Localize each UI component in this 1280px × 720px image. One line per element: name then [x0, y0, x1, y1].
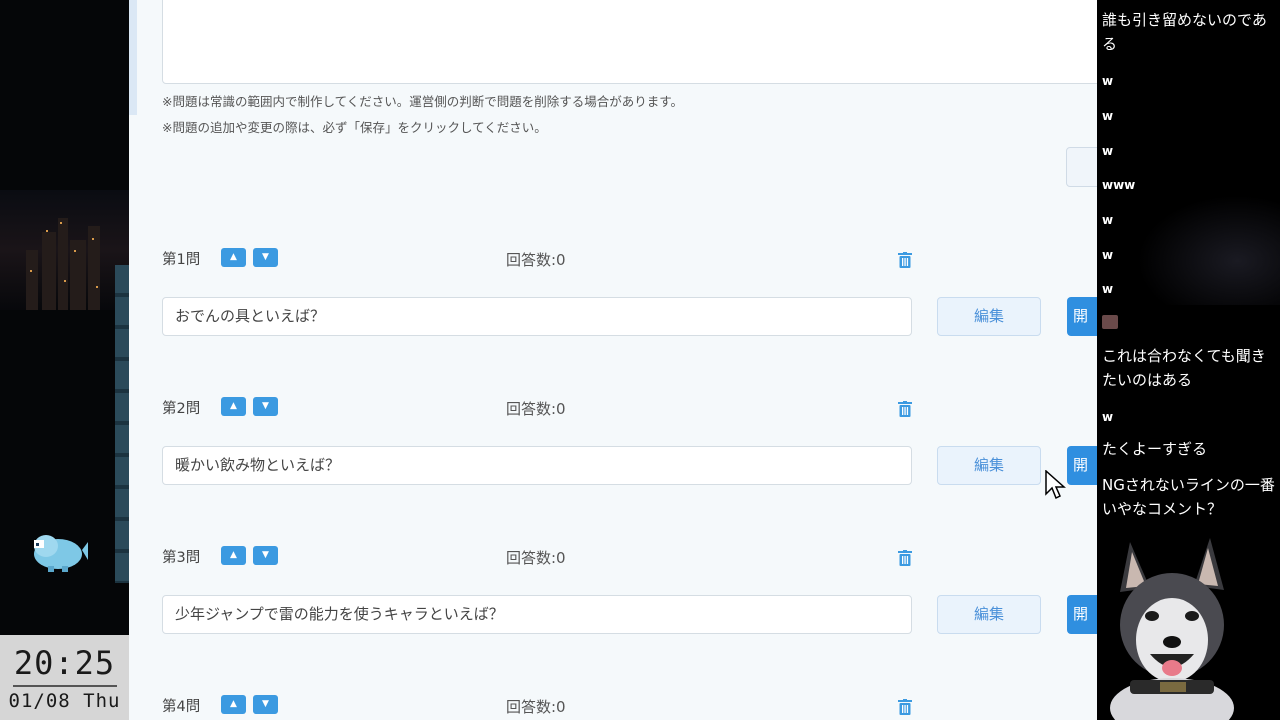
- stream-clock: 20:25 01/08 Thu: [0, 635, 129, 720]
- comment-item: w: [1102, 74, 1114, 88]
- stream-left-panel: 20:25 01/08 Thu: [0, 0, 129, 720]
- open-button[interactable]: 開: [1067, 446, 1097, 485]
- answer-count: 回答数:0: [506, 251, 566, 269]
- trash-icon[interactable]: [898, 401, 912, 417]
- night-city-background: [0, 190, 129, 310]
- question-input[interactable]: 暖かい飲み物といえば？: [162, 446, 912, 485]
- comment-item: 誰も引き留めないのである: [1102, 11, 1267, 53]
- move-up-button[interactable]: ▲: [221, 695, 246, 714]
- question-number: 第2問: [162, 401, 201, 417]
- comment-item: w: [1102, 282, 1114, 296]
- commenter-avatar: [1102, 315, 1118, 329]
- move-up-button[interactable]: ▲: [221, 248, 246, 267]
- move-down-button[interactable]: ▼: [253, 695, 278, 714]
- question-header: 第3問 ▲ ▼ 回答数:0: [162, 546, 1062, 570]
- move-down-button[interactable]: ▼: [253, 248, 278, 267]
- mouse-cursor-icon: [1045, 470, 1066, 500]
- comment-item: w: [1102, 109, 1114, 123]
- save-button[interactable]: [1066, 147, 1097, 187]
- move-down-button[interactable]: ▼: [253, 397, 278, 416]
- open-button[interactable]: 開: [1067, 297, 1097, 336]
- bird-mascot-icon: [34, 535, 88, 572]
- move-up-button[interactable]: ▲: [221, 546, 246, 565]
- husky-avatar-image: [1102, 530, 1242, 720]
- comment-item: これは合わなくても聞きたいのはある: [1102, 347, 1266, 389]
- comment-item: NGされないラインの一番いやなコメント？: [1102, 476, 1275, 518]
- trash-icon[interactable]: [898, 699, 912, 715]
- question-number: 第3問: [162, 550, 201, 566]
- comment-item: w: [1102, 410, 1114, 424]
- move-down-button[interactable]: ▼: [253, 546, 278, 565]
- clock-time: 20:25: [13, 644, 116, 682]
- window-frame-strip: [115, 265, 129, 583]
- description-textarea[interactable]: [162, 0, 1097, 84]
- answer-count: 回答数:0: [506, 400, 566, 418]
- question-input[interactable]: 少年ジャンプで雷の能力を使うキャラといえば？: [162, 595, 912, 634]
- comment-item: たくよーすぎる: [1102, 440, 1208, 458]
- edit-button[interactable]: 編集: [937, 595, 1041, 634]
- trash-icon[interactable]: [898, 252, 912, 268]
- question-header: 第4問 ▲ ▼ 回答数:0: [162, 695, 1062, 719]
- comment-item: w: [1102, 248, 1114, 262]
- comment-panel: 誰も引き留めないのである w w w www w w w これは合わなくても聞き…: [1097, 0, 1280, 720]
- edit-button[interactable]: 編集: [937, 446, 1041, 485]
- question-number: 第1問: [162, 252, 201, 268]
- quiz-editor-page: ※問題は常識の範囲内で制作してください。運営側の判断で問題を削除する場合がありま…: [129, 0, 1097, 720]
- question-header: 第1問 ▲ ▼ 回答数:0: [162, 248, 1062, 272]
- question-number: 第4問: [162, 699, 201, 715]
- comment-item: www: [1102, 178, 1136, 192]
- answer-count: 回答数:0: [506, 549, 566, 567]
- edit-button[interactable]: 編集: [937, 297, 1041, 336]
- comment-item: w: [1102, 213, 1114, 227]
- trash-icon[interactable]: [898, 550, 912, 566]
- open-button[interactable]: 開: [1067, 595, 1097, 634]
- note-policy: ※問題は常識の範囲内で制作してください。運営側の判断で問題を削除する場合がありま…: [162, 94, 683, 109]
- note-save: ※問題の追加や変更の際は、必ず「保存」をクリックしてください。: [162, 120, 547, 135]
- clock-date: 01/08 Thu: [8, 690, 121, 712]
- move-up-button[interactable]: ▲: [221, 397, 246, 416]
- comment-item: w: [1102, 144, 1114, 158]
- question-input[interactable]: おでんの具といえば？: [162, 297, 912, 336]
- answer-count: 回答数:0: [506, 698, 566, 716]
- left-accent-bar: [129, 0, 137, 115]
- question-header: 第2問 ▲ ▼ 回答数:0: [162, 397, 1062, 421]
